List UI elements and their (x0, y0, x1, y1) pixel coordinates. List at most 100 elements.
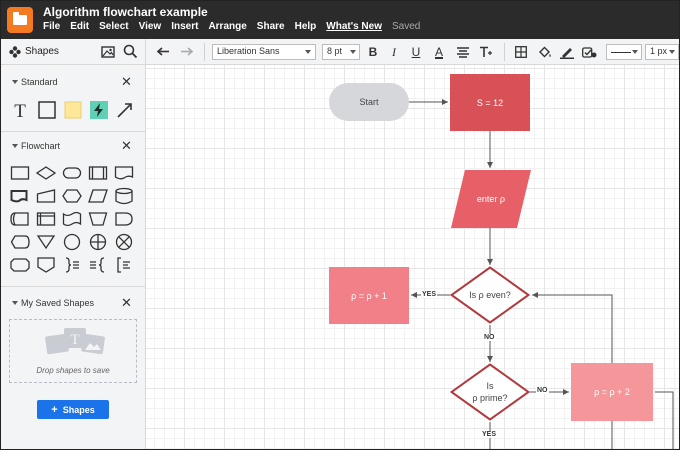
increment-one-process-node[interactable]: ρ = ρ + 1 (329, 267, 409, 324)
font-family-value: Liberation Sans (217, 46, 280, 56)
enter-input-label: enter ρ (476, 194, 506, 204)
collapse-triangle-icon (12, 144, 18, 148)
line-width-select[interactable]: 1 px (645, 44, 679, 60)
enter-input-node[interactable]: enter ρ (451, 170, 531, 228)
font-family-select[interactable]: Liberation Sans (212, 44, 316, 60)
is-prime-label-line2: ρ prime? (472, 393, 508, 403)
image-icon[interactable] (101, 45, 115, 59)
yes-edge-label[interactable]: YES (421, 291, 438, 298)
undo-icon[interactable] (156, 43, 172, 61)
internal-storage-shape-icon[interactable] (35, 209, 57, 229)
is-even-decision-node[interactable]: Is ρ even? (449, 266, 531, 324)
menu-whats-new[interactable]: What's New (326, 21, 382, 32)
predefined-process-shape-icon[interactable] (87, 163, 109, 183)
panel-divider (1, 131, 146, 132)
is-prime-decision-node[interactable]: Is ρ prime? (449, 363, 531, 421)
text-options-icon[interactable] (478, 43, 494, 61)
sticky-note-shape-icon[interactable] (62, 100, 84, 120)
document-title[interactable]: Algorithm flowchart example (43, 5, 208, 19)
svg-text:T: T (70, 332, 79, 348)
manual-operation-shape-icon[interactable] (87, 209, 109, 229)
panel-standard-header[interactable]: Standard ✕ (1, 73, 146, 93)
menu-view[interactable]: View (139, 21, 162, 32)
italic-button[interactable]: I (388, 43, 400, 61)
shapes-title: Shapes (25, 46, 59, 57)
menu-arrange[interactable]: Arrange (208, 21, 246, 32)
toolbar-divider (204, 43, 205, 61)
shapes-sidebar: Standard ✕ T Flowchart ✕ My Saved Shapes… (1, 65, 146, 449)
arrow-line-shape-icon[interactable] (114, 100, 136, 120)
underline-button[interactable]: U (410, 43, 422, 61)
connector-circle-shape-icon[interactable] (61, 232, 83, 252)
menu-file[interactable]: File (43, 21, 60, 32)
menu-share[interactable]: Share (257, 21, 285, 32)
summing-junction-shape-icon[interactable] (113, 232, 135, 252)
manual-input-shape-icon[interactable] (35, 186, 57, 206)
process-shape-icon[interactable] (9, 163, 31, 183)
bracket-annotation-shape-icon[interactable] (113, 255, 135, 275)
annotation-left-shape-icon[interactable] (87, 255, 109, 275)
add-shapes-button[interactable]: + Shapes (37, 400, 109, 419)
database-shape-icon[interactable] (113, 186, 135, 206)
save-status: Saved (391, 21, 421, 32)
close-icon[interactable]: ✕ (121, 296, 132, 309)
app-window: Algorithm flowchart example File Edit Se… (0, 0, 680, 450)
delay-shape-icon[interactable] (113, 209, 135, 229)
menu-insert[interactable]: Insert (171, 21, 198, 32)
menu-edit[interactable]: Edit (70, 21, 89, 32)
diagram-canvas[interactable]: Start S = 12 enter ρ Is ρ even? Is ρ pri… (146, 65, 679, 449)
data-shape-icon[interactable] (87, 186, 109, 206)
panel-divider (1, 286, 146, 287)
terminator-shape-icon[interactable] (61, 163, 83, 183)
or-shape-icon[interactable] (87, 232, 109, 252)
close-icon[interactable]: ✕ (121, 139, 132, 152)
panel-saved-header[interactable]: My Saved Shapes ✕ (1, 294, 146, 314)
increment-two-process-node[interactable]: ρ = ρ + 2 (571, 363, 653, 421)
redo-icon[interactable] (178, 43, 194, 61)
shapes-grid-icon (9, 46, 21, 58)
lightning-shape-icon[interactable] (88, 100, 110, 120)
fill-bucket-icon[interactable] (537, 43, 553, 61)
text-color-button[interactable]: A (433, 43, 445, 61)
initialize-s-process-node[interactable]: S = 12 (450, 74, 530, 131)
punched-tape-shape-icon[interactable] (61, 209, 83, 229)
menu-bar: File Edit Select View Insert Arrange Sha… (43, 21, 430, 32)
style-check-icon[interactable] (581, 43, 597, 61)
saved-shapes-dropzone[interactable]: T Drop shapes to save (9, 319, 137, 383)
loop-limit-shape-icon[interactable] (9, 255, 31, 275)
app-logo-icon[interactable] (7, 7, 33, 33)
shapes-header: Shapes (1, 39, 146, 65)
close-icon[interactable]: ✕ (121, 75, 132, 88)
table-grid-icon[interactable] (514, 43, 528, 61)
yes-edge-label[interactable]: YES (481, 431, 498, 438)
off-page-connector-shape-icon[interactable] (35, 255, 57, 275)
collapse-triangle-icon (12, 80, 18, 84)
collapse-triangle-icon (12, 301, 18, 305)
format-toolbar: Liberation Sans 8 pt B I U A 1 px (146, 39, 679, 65)
svg-text:T: T (14, 101, 26, 119)
start-terminator-node[interactable]: Start (329, 83, 409, 121)
document-shape-icon[interactable] (113, 163, 135, 183)
decision-shape-icon[interactable] (35, 163, 57, 183)
no-edge-label[interactable]: NO (483, 334, 496, 341)
stored-data-shape-icon[interactable] (9, 209, 31, 229)
bold-button[interactable]: B (366, 43, 380, 61)
font-size-select[interactable]: 8 pt (322, 44, 360, 60)
align-center-icon[interactable] (456, 43, 470, 61)
line-color-icon[interactable] (559, 43, 575, 61)
merge-shape-icon[interactable] (35, 232, 57, 252)
panel-flowchart-label: Flowchart (21, 141, 61, 151)
no-edge-label[interactable]: NO (536, 387, 549, 394)
multi-document-shape-icon[interactable] (9, 186, 31, 206)
display-shape-icon[interactable] (9, 232, 31, 252)
search-icon[interactable] (123, 44, 138, 59)
line-style-select[interactable] (606, 44, 642, 60)
menu-help[interactable]: Help (295, 21, 317, 32)
brace-annotation-shape-icon[interactable] (61, 255, 83, 275)
panel-flowchart-header[interactable]: Flowchart ✕ (1, 137, 146, 157)
preparation-shape-icon[interactable] (61, 186, 83, 206)
menu-select[interactable]: Select (99, 21, 128, 32)
rectangle-shape-icon[interactable] (36, 100, 58, 120)
panel-standard-label: Standard (21, 77, 58, 87)
text-shape-icon[interactable]: T (9, 100, 31, 120)
